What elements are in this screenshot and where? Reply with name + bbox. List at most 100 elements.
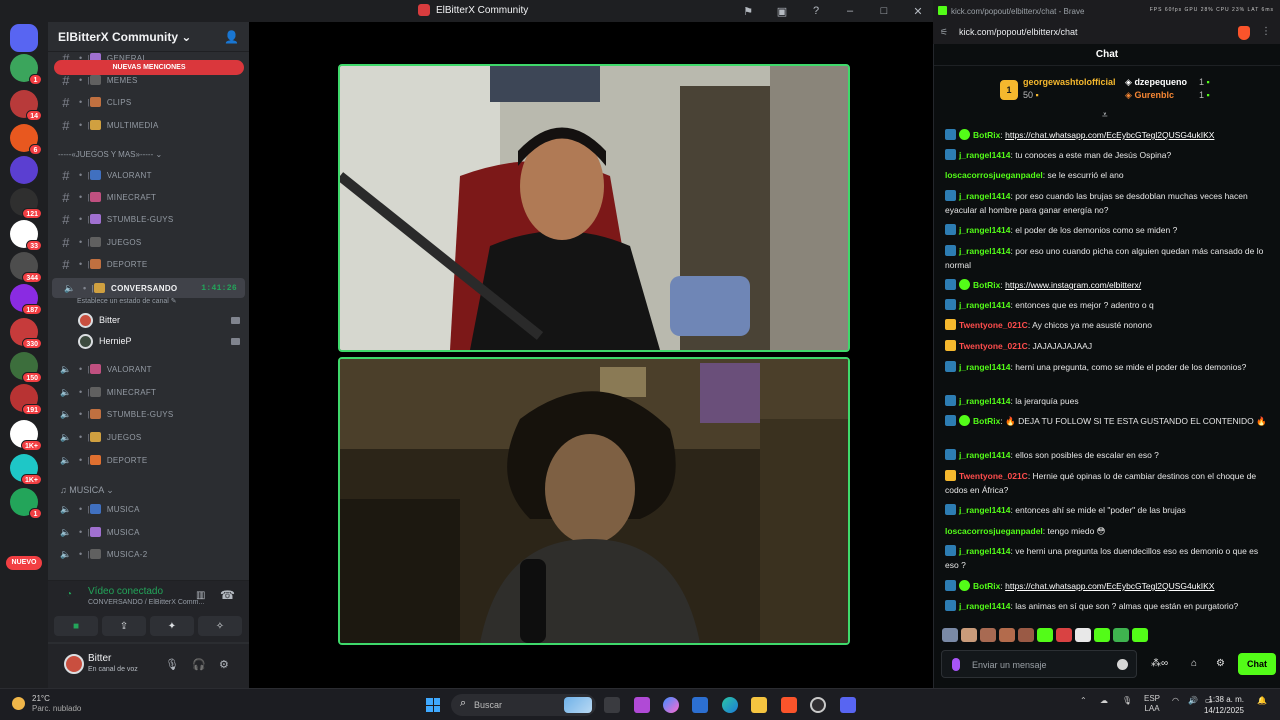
minimize-icon[interactable]: –	[843, 5, 857, 17]
server-icon[interactable]: 150	[10, 352, 42, 383]
system-clock[interactable]: 1:38 a. m. 14/12/2025	[1204, 694, 1244, 716]
disconnect-icon[interactable]: ☎	[220, 588, 235, 602]
third-gifter-name[interactable]: ◈ Gurenblc	[1125, 90, 1174, 101]
server-icon[interactable]: 1K+	[10, 420, 42, 451]
chat-username[interactable]: j_rangel1414	[959, 150, 1011, 160]
chat-message[interactable]: j_rangel1414: entonces que es mejor ? ad…	[945, 298, 1270, 312]
server-icon[interactable]: 330	[10, 318, 42, 349]
edge-icon[interactable]	[722, 697, 738, 713]
chat-message-input[interactable]	[972, 656, 1122, 673]
chat-username[interactable]: Twentyone_021C	[959, 341, 1028, 351]
discord-icon[interactable]	[840, 697, 856, 713]
chat-username[interactable]: BotRix	[973, 416, 1000, 426]
task-view-icon[interactable]	[604, 697, 620, 713]
mic-tray-icon[interactable]: 🎙	[1122, 696, 1132, 705]
snipping-tool-icon[interactable]	[634, 697, 650, 713]
browser-menu-icon[interactable]: ⋮	[1261, 26, 1271, 37]
category-header[interactable]: ♫ MUSICA ⌄	[60, 485, 114, 496]
voice-channel[interactable]: 🔈 • | JUEGOS	[48, 427, 249, 447]
store-icon[interactable]	[692, 697, 708, 713]
volume-icon[interactable]: 🔊	[1188, 696, 1198, 705]
collapse-pinned-icon[interactable]: ⩡	[1102, 110, 1108, 121]
kick-extension-icon[interactable]: ⁂∞	[1151, 658, 1168, 669]
close-icon[interactable]: ✕	[911, 5, 925, 18]
emote-icon[interactable]	[1056, 628, 1072, 642]
chat-username[interactable]: j_rangel1414	[959, 505, 1011, 515]
emote-icon[interactable]	[1018, 628, 1034, 642]
chat-username[interactable]: Twentyone_021C	[959, 320, 1028, 330]
avatar[interactable]	[64, 654, 84, 674]
chat-username[interactable]: j_rangel1414	[959, 396, 1011, 406]
chat-message[interactable]: loscacorrosjueganpadel: se le escurrió e…	[945, 168, 1270, 182]
obs-icon[interactable]	[810, 697, 826, 713]
emote-icon[interactable]	[1037, 628, 1053, 642]
voice-channel[interactable]: 🔈 • | MUSICA-2	[48, 544, 249, 564]
server-icon[interactable]: 6	[10, 124, 42, 155]
server-icon[interactable]: 187	[10, 284, 42, 315]
server-icon[interactable]: 1K+	[10, 454, 42, 485]
camera-button[interactable]: ■	[54, 616, 98, 636]
chat-username[interactable]: loscacorrosjueganpadel	[945, 526, 1043, 536]
emote-icon[interactable]	[1075, 628, 1091, 642]
category-header[interactable]: -----«JUEGOS Y MAS»----- ⌄	[58, 150, 162, 159]
signal-icon[interactable]: ◔	[66, 589, 78, 601]
tray-chevron-icon[interactable]: ⌃	[1080, 696, 1087, 705]
server-icon[interactable]: 1	[10, 54, 42, 85]
chat-username[interactable]: j_rangel1414	[959, 191, 1011, 201]
server-icon[interactable]: 344	[10, 252, 42, 283]
chat-message[interactable]: j_rangel1414: por eso cuando las brujas …	[945, 189, 1270, 217]
chat-message[interactable]: j_rangel1414: herni una pregunta, como s…	[945, 360, 1270, 374]
text-channel[interactable]: # • | DEPORTE	[48, 254, 249, 274]
chat-message[interactable]: j_rangel1414: ve herni una pregunta los …	[945, 544, 1270, 572]
emote-icon[interactable]	[999, 628, 1015, 642]
chat-username[interactable]: j_rangel1414	[959, 362, 1011, 372]
chat-username[interactable]: j_rangel1414	[959, 546, 1011, 556]
chat-username[interactable]: j_rangel1414	[959, 450, 1011, 460]
chat-message[interactable]: BotRix: https://www.instagram.com/elbitt…	[945, 278, 1270, 292]
headphones-icon[interactable]: 🎧	[192, 658, 206, 671]
chat-link[interactable]: https://chat.whatsapp.com/EcEybcGTegl2QU…	[1005, 581, 1214, 591]
chat-username[interactable]: loscacorrosjueganpadel	[945, 170, 1043, 180]
server-icon[interactable]: 191	[10, 384, 42, 415]
chat-message[interactable]: BotRix: https://chat.whatsapp.com/EcEybc…	[945, 579, 1270, 593]
text-channel[interactable]: # • | STUMBLE-GUYS	[48, 209, 249, 229]
text-channel[interactable]: # • | VALORANT	[48, 165, 249, 185]
voice-channel[interactable]: 🔈 • | CONVERSANDO 1:41:26	[52, 278, 245, 298]
chat-message[interactable]: BotRix: 🔥 DEJA TU FOLLOW SI TE ESTA GUST…	[945, 414, 1270, 428]
maximize-icon[interactable]: □	[877, 5, 891, 17]
windows-start-icon[interactable]	[426, 698, 440, 712]
chat-message[interactable]: loscacorrosjueganpadel: tengo miedo 😳	[945, 524, 1270, 538]
chat-username[interactable]: Twentyone_021C	[959, 471, 1028, 481]
voice-channel[interactable]: 🔈 • | MINECRAFT	[48, 382, 249, 402]
text-channel[interactable]: # • | MINECRAFT	[48, 187, 249, 207]
voice-channel[interactable]: 🔈 • | MUSICA	[48, 499, 249, 519]
server-icon[interactable]	[10, 156, 38, 184]
copilot-icon[interactable]	[663, 697, 679, 713]
site-settings-icon[interactable]: ⚟	[940, 27, 948, 38]
gear-icon[interactable]: ⚙	[1216, 658, 1225, 669]
new-servers-pill[interactable]: NUEVO	[6, 556, 42, 570]
screenshare-button[interactable]: ⇪	[102, 616, 146, 636]
text-channel[interactable]: # • | CLIPS	[48, 92, 249, 112]
voice-user[interactable]: Bitter	[78, 310, 240, 330]
chat-username[interactable]: j_rangel1414	[959, 601, 1011, 611]
gift-icon[interactable]: ⌂	[1191, 658, 1197, 669]
voice-channel[interactable]: 🔈 • | STUMBLE-GUYS	[48, 404, 249, 424]
discord-home-icon[interactable]	[10, 24, 38, 52]
chat-message[interactable]: j_rangel1414: las animas en sí que son ?…	[945, 599, 1270, 613]
chat-message[interactable]: j_rangel1414: por eso uno cuando picha c…	[945, 244, 1270, 272]
weather-widget[interactable]: 21°C Parc. nublado	[12, 694, 81, 714]
server-icon[interactable]: 121	[10, 188, 42, 219]
text-channel[interactable]: # • | JUEGOS	[48, 232, 249, 252]
send-chat-button[interactable]: Chat	[1238, 653, 1276, 675]
voice-channel[interactable]: 🔈 • | VALORANT	[48, 359, 249, 379]
emote-icon[interactable]	[1113, 628, 1129, 642]
chat-username[interactable]: BotRix	[973, 130, 1000, 140]
chat-message[interactable]: j_rangel1414: el poder de los demonios c…	[945, 223, 1270, 237]
network-icon[interactable]: ☁	[1100, 696, 1108, 705]
chat-link[interactable]: https://chat.whatsapp.com/EcEybcGTegl2QU…	[1005, 130, 1214, 140]
channel-status-hint[interactable]: Establece un estado de canal ✎	[77, 297, 177, 305]
taskbar-search[interactable]: ⌕ Buscar	[451, 694, 596, 716]
url-field[interactable]: kick.com/popout/elbitterx/chat	[959, 27, 1078, 37]
chat-username[interactable]: BotRix	[973, 280, 1000, 290]
